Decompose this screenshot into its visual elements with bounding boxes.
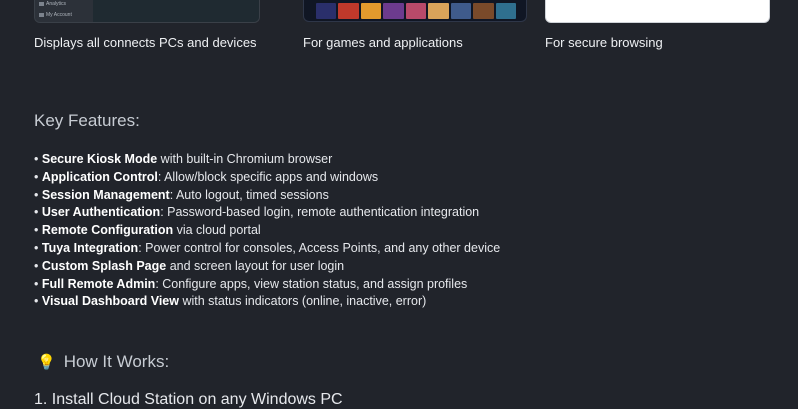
feature-description: : Allow/block specific apps and windows [157,169,379,184]
feature-name: Tuya Integration [41,240,139,255]
game-tile [473,3,494,19]
feature-item: • Tuya Integration: Power control for co… [34,240,500,258]
lightbulb-icon: 💡 [37,353,56,371]
browser-preview-image [545,0,770,23]
bullet: • [34,169,39,184]
feature-description: with status indicators (online, inactive… [178,294,427,309]
feature-description: with built-in Chromium browser [157,152,333,166]
game-tile [450,3,472,19]
how-it-works-heading: 💡 How It Works: [37,352,169,372]
how-it-works-step: 1. Install Cloud Station on any Windows … [34,391,343,408]
how-it-works-title: How It Works: [63,352,170,371]
game-tile [495,3,516,19]
feature-item: • Session Management: Auto logout, timed… [34,187,500,205]
bullet: • [34,152,39,166]
dashboard-preview-sidebar: Analytics My Account [35,0,93,22]
feature-item: • Secure Kiosk Mode with built-in Chromi… [34,151,500,169]
feature-name: Visual Dashboard View [41,294,179,309]
dashboard-preview-main [93,0,259,22]
game-tile [316,3,337,19]
bullet: • [34,276,39,291]
feature-description: via cloud portal [173,223,261,238]
preview-menu-item: My Account [39,12,72,18]
bullet: • [34,205,39,220]
feature-name: Full Remote Admin [41,276,156,291]
key-features-list: • Secure Kiosk Mode with built-in Chromi… [34,151,500,311]
feature-item: • Remote Configuration via cloud portal [34,222,500,240]
feature-description: : Password-based login, remote authentic… [160,205,480,220]
feature-description: : Configure apps, view station status, a… [155,276,468,291]
feature-item: • Visual Dashboard View with status indi… [34,293,500,311]
bullet: • [34,187,39,202]
feature-description: : Power control for consoles, Access Poi… [138,240,501,255]
analytics-icon [39,1,44,6]
key-features-heading: Key Features: [34,111,140,130]
feature-name: Application Control [41,169,158,184]
feature-description: : Auto logout, timed sessions [169,187,329,202]
preview-menu-item: Analytics [39,1,66,7]
feature-name: Secure Kiosk Mode [41,152,158,166]
feature-name: User Authentication [41,205,161,220]
feature-description: and screen layout for user login [166,258,345,273]
bullet: • [34,294,39,309]
games-preview-image [303,0,527,22]
feature-item: • Full Remote Admin: Configure apps, vie… [34,276,500,294]
feature-name: Custom Splash Page [41,258,167,273]
feature-item: • User Authentication: Password-based lo… [34,204,500,222]
card-caption-games: For games and applications [303,35,463,50]
game-tile [428,3,449,19]
feature-name: Session Management [41,187,170,202]
game-tile [405,3,427,19]
feature-item: • Application Control: Allow/block speci… [34,169,500,187]
game-tile [383,3,404,19]
feature-name: Remote Configuration [41,223,174,238]
dashboard-preview-image: Analytics My Account [34,0,260,23]
card-caption-dashboard: Displays all connects PCs and devices [34,35,257,50]
account-icon [39,12,44,17]
game-tile [338,3,359,19]
bullet: • [34,240,39,255]
game-tile [360,3,382,19]
card-caption-browsing: For secure browsing [545,35,663,50]
bullet: • [34,258,39,273]
feature-item: • Custom Splash Page and screen layout f… [34,258,500,276]
bullet: • [34,223,39,238]
